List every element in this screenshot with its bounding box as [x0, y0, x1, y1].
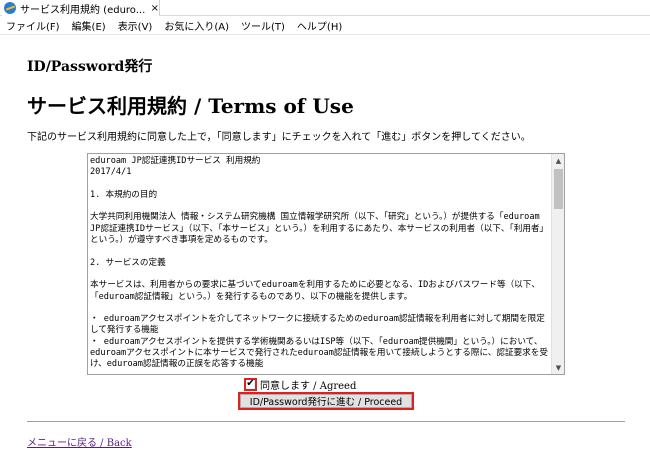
back-link-en: / Back	[97, 438, 132, 449]
menu-item-tools[interactable]: ツール(T)	[235, 18, 291, 33]
scroll-down-arrow-icon[interactable]: ▼	[552, 361, 564, 374]
close-tab-icon[interactable]: ×	[151, 3, 159, 14]
terms-scrollbar[interactable]: ▲ ▼	[551, 154, 564, 374]
window-title-bar: サービス利用規約 (eduro... ×	[0, 0, 650, 16]
proceed-button[interactable]: ID/Password発行に進む / Proceed	[238, 392, 414, 410]
agree-checkbox[interactable]: ✔	[244, 377, 257, 391]
agree-label-en: / Agreed	[310, 380, 357, 392]
page-title: サービス利用規約 / Terms of Use	[27, 94, 354, 118]
agree-label: 同意します / Agreed	[260, 377, 356, 392]
menu-item-edit[interactable]: 編集(E)	[66, 18, 112, 33]
scroll-thumb[interactable]	[554, 169, 563, 209]
menu-item-help[interactable]: ヘルプ(H)	[291, 18, 348, 33]
menu-item-favorites[interactable]: お気に入り(A)	[158, 18, 235, 33]
menu-item-file[interactable]: ファイル(F)	[0, 18, 66, 33]
tab-title: サービス利用規約 (eduro...	[20, 4, 145, 16]
agree-row: ✔ 同意します / Agreed	[244, 377, 356, 392]
scroll-up-arrow-icon[interactable]: ▲	[552, 154, 564, 167]
section-heading: ID/Password発行	[27, 59, 153, 75]
agree-label-ja: 同意します	[260, 380, 310, 392]
menu-bar: ファイル(F) 編集(E) 表示(V) お気に入り(A) ツール(T) ヘルプ(…	[0, 17, 650, 35]
back-link-ja: メニューに戻る	[27, 438, 97, 449]
terms-textarea[interactable]: eduroam JP認証連携IDサービス 利用規約 2017/4/1 1. 本規…	[87, 153, 565, 375]
instruction-text: 下記のサービス利用規約に同意した上で，「同意します」にチェックを入れて「進む」ボ…	[27, 132, 531, 143]
browser-tab[interactable]: サービス利用規約 (eduro... ×	[2, 0, 160, 16]
menu-item-view[interactable]: 表示(V)	[112, 18, 159, 33]
back-to-menu-link[interactable]: メニューに戻る / Back	[27, 434, 132, 449]
divider	[27, 421, 625, 422]
terms-content: eduroam JP認証連携IDサービス 利用規約 2017/4/1 1. 本規…	[90, 156, 549, 370]
ie-browser-icon	[4, 2, 16, 14]
